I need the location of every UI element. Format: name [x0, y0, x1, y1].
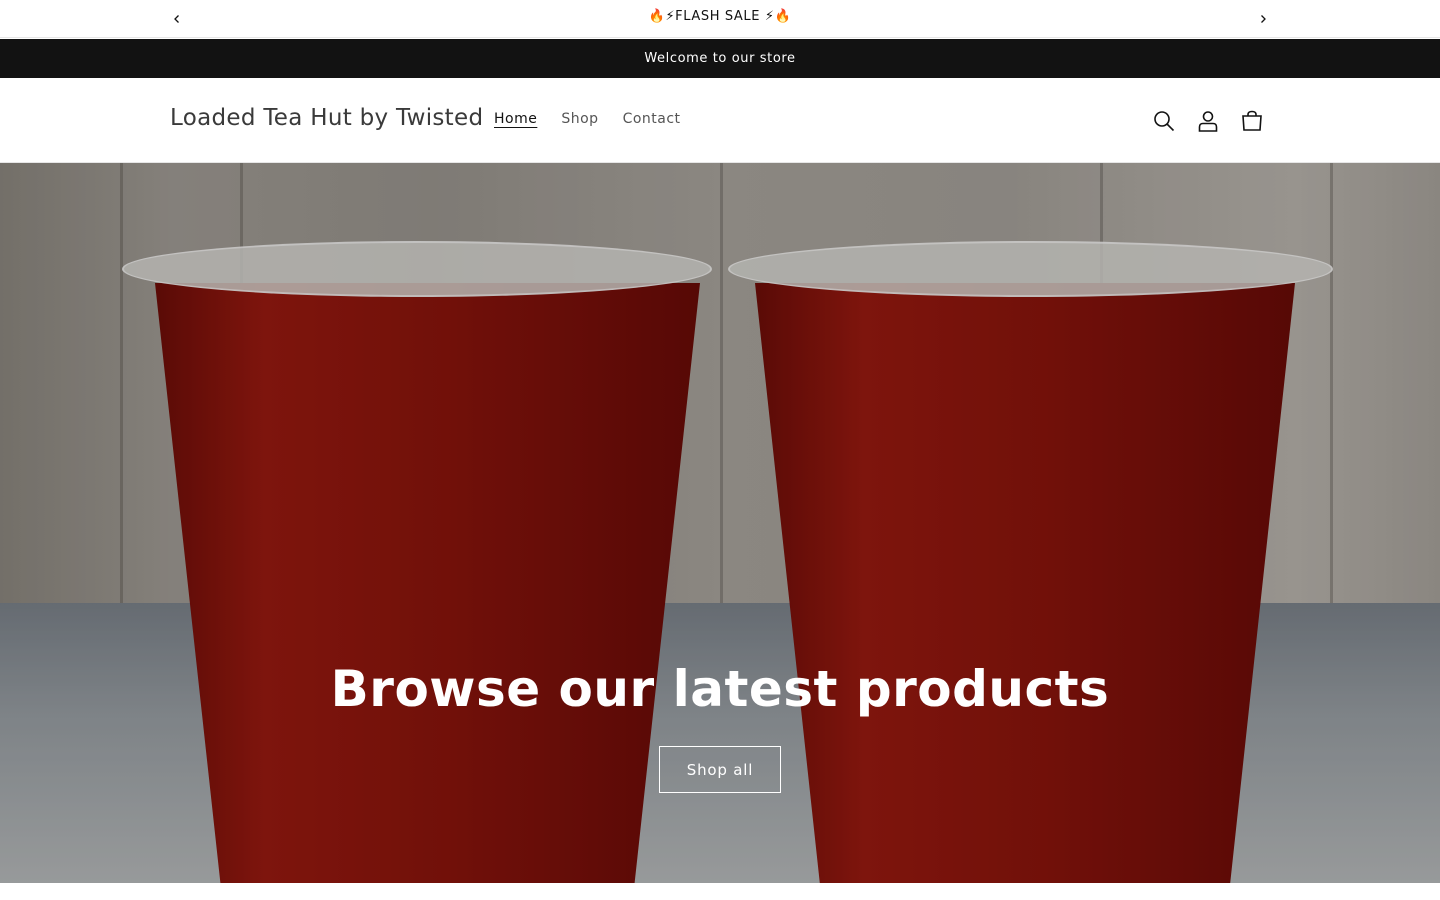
store-logo[interactable]: Loaded Tea Hut by Twisted: [170, 105, 483, 131]
nav-contact[interactable]: Contact: [623, 111, 681, 127]
hero-title: Browse our latest products: [330, 660, 1110, 718]
cart-icon[interactable]: [1238, 108, 1266, 134]
main-nav: Home Shop Contact: [494, 111, 705, 127]
nav-shop[interactable]: Shop: [561, 111, 598, 127]
welcome-bar: Welcome to our store: [0, 39, 1440, 78]
announcement-bar: 🔥⚡FLASH SALE ⚡🔥: [0, 0, 1440, 38]
welcome-message: Welcome to our store: [644, 51, 796, 66]
hero-banner: Browse our latest products Shop all: [0, 163, 1440, 883]
site-header: Loaded Tea Hut by Twisted Home Shop Cont…: [0, 78, 1440, 163]
header-icons: [1150, 108, 1282, 134]
shop-all-button[interactable]: Shop all: [659, 746, 781, 793]
nav-home[interactable]: Home: [494, 111, 537, 127]
search-icon[interactable]: [1150, 108, 1178, 134]
account-icon[interactable]: [1194, 108, 1222, 134]
chevron-right-icon[interactable]: [1253, 9, 1273, 29]
announcement-message: 🔥⚡FLASH SALE ⚡🔥: [648, 9, 792, 24]
